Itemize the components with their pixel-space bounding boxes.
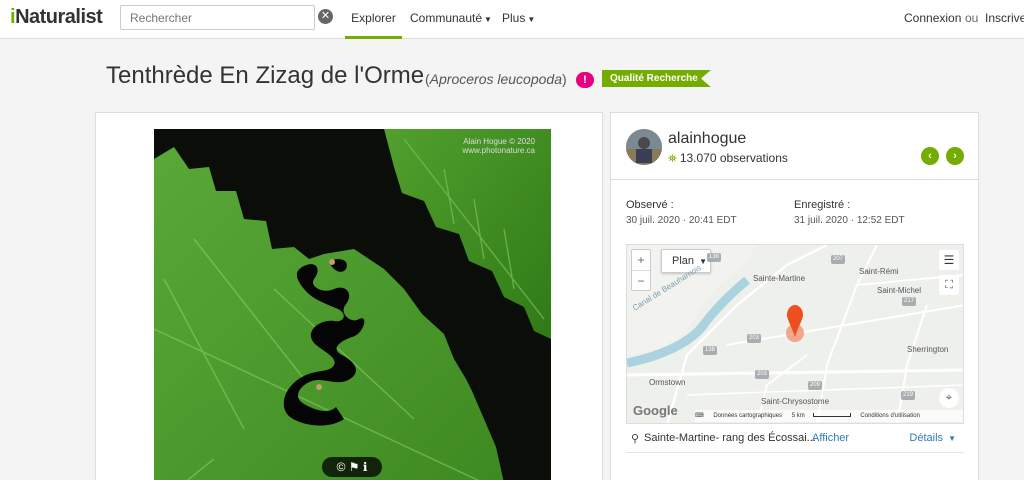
observation-count[interactable]: ⛯ 13.070 observations <box>668 151 788 166</box>
zoom-out-button[interactable]: − <box>632 271 650 291</box>
chevron-down-icon: ▼ <box>699 257 708 266</box>
submitted-label: Enregistré : <box>794 199 851 211</box>
zoom-in-button[interactable]: + <box>632 250 650 270</box>
terms-link[interactable]: Conditions d'utilisation <box>860 413 920 419</box>
map-label: Ormstown <box>649 378 686 387</box>
observed-label: Observé : <box>626 199 674 211</box>
photo-credit: Alain Hogue © 2020 www.photonature.ca <box>462 137 536 155</box>
map-label: Saint-Michel <box>877 286 922 295</box>
nav-community[interactable]: Communauté ▼ <box>410 11 492 25</box>
scale-bar <box>812 413 851 418</box>
avatar[interactable] <box>626 129 662 165</box>
map-label: Sherrington <box>907 345 949 354</box>
map-data-link[interactable]: Données cartographiques <box>713 413 782 419</box>
search-input[interactable] <box>120 5 315 30</box>
clear-search-icon[interactable]: ✕ <box>318 9 333 24</box>
location-pin-icon: ⚲ <box>631 433 640 445</box>
inaturalist-logo[interactable]: iNaturalist <box>10 6 103 29</box>
divider <box>611 179 978 180</box>
layers-icon[interactable]: ☰ <box>939 250 959 270</box>
chevron-down-icon: ▼ <box>948 434 956 443</box>
submitted-date: 31 juil. 2020 · 12:52 EDT <box>794 215 905 226</box>
photo-panel: Alain Hogue © 2020 www.photonature.ca © ⚑… <box>95 112 603 480</box>
map-zoom-controls: + − <box>631 249 651 291</box>
observation-info-panel: alainhogue ⛯ 13.070 observations ‹ › Obse… <box>610 112 979 480</box>
alert-icon[interactable]: ! <box>576 72 594 88</box>
location-bar: ⚲ Sainte-Martine- rang des Écossai... Af… <box>626 427 964 453</box>
top-navbar: iNaturalist ✕ Explorer Communauté▼ Plus▼… <box>0 0 1024 39</box>
chevron-down-icon: ▼ <box>484 15 492 24</box>
signup-link[interactable]: Inscrivez-vous <box>985 11 1024 25</box>
previous-observation-button[interactable]: ‹ <box>921 147 939 165</box>
keyboard-icon[interactable]: ⌨ <box>695 413 704 419</box>
show-location-link[interactable]: Afficher <box>812 432 849 444</box>
nav-explore[interactable]: Explorer <box>345 11 402 39</box>
map-attribution: ⌨ Données cartographiques 5 km Condition… <box>695 410 963 422</box>
highway-shield: 209 <box>808 381 823 390</box>
scientific-name[interactable]: (Aproceros leucopoda) <box>425 71 567 87</box>
quality-grade-badge: Qualité Recherche <box>602 70 711 87</box>
chevron-down-icon: ▼ <box>527 15 536 24</box>
locate-icon[interactable]: ⌖ <box>939 388 959 408</box>
observed-date: 30 juil. 2020 · 20:41 EDT <box>626 215 737 226</box>
map-label: Saint-Chrysostome <box>761 397 830 406</box>
map-scale: 5 km <box>791 413 805 419</box>
login-link[interactable]: Connexion <box>904 11 961 25</box>
highway-shield: 207 <box>831 255 846 264</box>
map-label: Sainte-Martine <box>753 274 806 283</box>
next-observation-button[interactable]: › <box>946 147 964 165</box>
highway-shield: 217 <box>902 297 917 306</box>
highway-shield: 138 <box>703 346 718 355</box>
fullscreen-icon[interactable]: ⛶ <box>939 275 959 295</box>
photo-license-icons[interactable]: © ⚑ ℹ <box>322 457 382 477</box>
google-logo: Google <box>633 403 678 418</box>
highway-shield: 219 <box>901 391 916 400</box>
highway-shield: 203 <box>755 370 770 379</box>
or-text: ou <box>965 11 979 25</box>
page-title: Tenthrède En Zizag de l'Orme <box>106 62 425 89</box>
map-label: Saint-Rémi <box>859 267 899 276</box>
observation-photo[interactable]: Alain Hogue © 2020 www.photonature.ca © ⚑… <box>154 129 551 480</box>
username-link[interactable]: alainhogue <box>668 130 746 148</box>
location-map[interactable]: + − Plan ▼ ☰ ⛶ ⌖ Sainte-Martine Saint-Ré… <box>626 244 964 424</box>
highway-shield: 203 <box>747 334 762 343</box>
highway-shield: 138 <box>707 253 722 262</box>
location-text: Sainte-Martine- rang des Écossai... <box>644 432 816 444</box>
binoculars-icon: ⛯ <box>668 153 677 165</box>
nav-more[interactable]: Plus ▼ <box>502 11 535 25</box>
details-dropdown[interactable]: Détails ▼ <box>909 432 956 444</box>
